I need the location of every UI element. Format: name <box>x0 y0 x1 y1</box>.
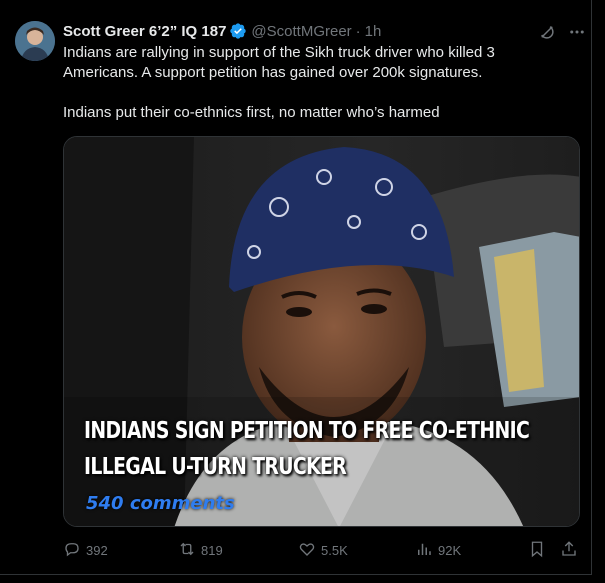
post[interactable]: Scott Greer 6’2” IQ 187 @ScottMGreer · 1… <box>0 0 592 575</box>
repost-count: 819 <box>201 542 223 558</box>
share-icon[interactable] <box>560 540 578 561</box>
post-text: Indians are rallying in support of the S… <box>63 43 573 123</box>
post-paragraph: Indians are rallying in support of the S… <box>63 44 495 81</box>
reply-button[interactable]: 392 <box>63 540 108 561</box>
reply-count: 392 <box>86 542 108 558</box>
views-count: 92K <box>438 542 462 558</box>
bookmark-icon[interactable] <box>528 540 546 561</box>
author-handle[interactable]: @ScottMGreer <box>251 23 351 40</box>
like-icon <box>298 540 316 561</box>
like-button[interactable]: 5.5K <box>298 540 348 561</box>
verified-badge-icon <box>229 22 247 40</box>
repost-icon <box>178 540 196 561</box>
video-caption: INDIANS SIGN PETITION TO FREE CO-ETHNIC … <box>84 413 530 485</box>
caption-line-2: ILLEGAL U-TURN TRUCKER <box>84 454 347 480</box>
separator-dot: · <box>355 22 361 40</box>
views-icon <box>415 540 433 561</box>
post-paragraph: Indians put their co-ethnics first, no m… <box>63 104 440 121</box>
grok-icon[interactable] <box>537 22 557 42</box>
avatar[interactable] <box>15 21 55 61</box>
more-icon[interactable] <box>567 22 587 42</box>
comments-overlay: 540 comments <box>86 493 235 514</box>
post-header: Scott Greer 6’2” IQ 187 @ScottMGreer · 1… <box>63 21 381 41</box>
like-count: 5.5K <box>321 542 348 558</box>
post-video[interactable]: INDIANS SIGN PETITION TO FREE CO-ETHNIC … <box>63 136 580 527</box>
reply-icon <box>63 540 81 561</box>
action-bar: 392 819 5.5K 92K <box>63 538 583 562</box>
views-button[interactable]: 92K <box>415 540 461 561</box>
post-time[interactable]: 1h <box>365 23 382 40</box>
caption-line-1: INDIANS SIGN PETITION TO FREE CO-ETHNIC <box>84 418 530 444</box>
repost-button[interactable]: 819 <box>178 540 223 561</box>
author-name[interactable]: Scott Greer 6’2” IQ 187 <box>63 23 226 40</box>
